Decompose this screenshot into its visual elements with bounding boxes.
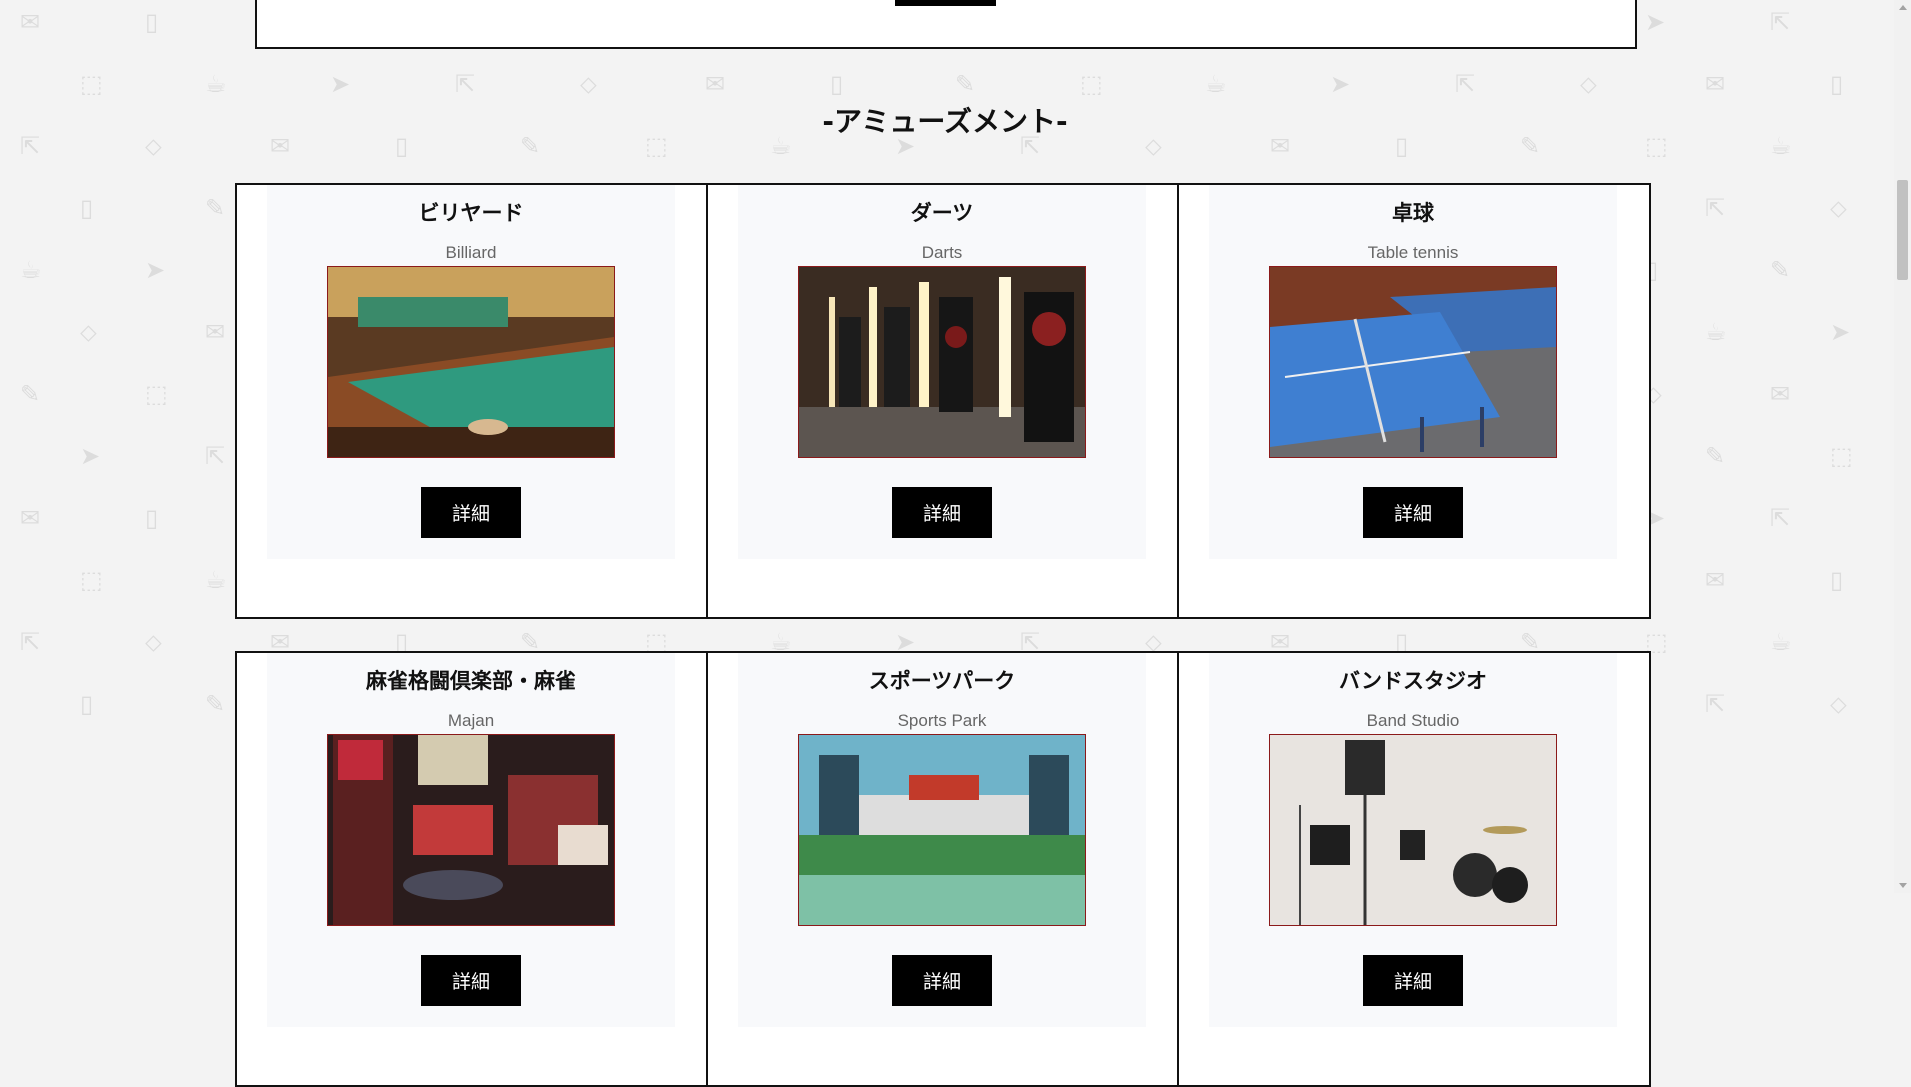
scroll-up-arrow-icon[interactable]	[1899, 5, 1907, 10]
envelope-icon: ✉	[205, 318, 226, 346]
envelope-icon: ✉	[20, 8, 41, 36]
cup-icon: ☕	[1770, 628, 1792, 656]
card-inner: 卓球 Table tennis 詳細	[1209, 185, 1617, 559]
square-icon: ⬚	[145, 380, 168, 408]
envelope-icon: ✉	[1705, 566, 1726, 594]
mahjong-photo	[327, 734, 615, 926]
card-subtitle: Billiard	[445, 243, 497, 262]
section-title: -アミューズメント-	[822, 105, 1068, 138]
envelope-icon: ✉	[1770, 380, 1791, 408]
billiard-photo	[327, 266, 615, 458]
card-title: ダーツ	[910, 201, 974, 225]
cup-icon: ☕	[1205, 70, 1227, 98]
send-icon: ➤	[1330, 70, 1351, 98]
resize-icon: ⇱	[20, 628, 41, 656]
table-tennis-photo	[1269, 266, 1557, 458]
send-icon: ➤	[1645, 8, 1666, 36]
card-title: ビリヤード	[418, 201, 524, 225]
envelope-icon: ✉	[20, 504, 41, 532]
card-inner: 麻雀格闘倶楽部・麻雀 Majan 詳細	[267, 653, 675, 1027]
card-inner: ダーツ Darts 詳細	[738, 185, 1146, 559]
pencil-icon: ✎	[955, 70, 976, 98]
scroll-down-arrow-icon[interactable]	[1899, 883, 1907, 888]
detail-button[interactable]: 詳細	[421, 487, 521, 538]
send-icon: ➤	[1830, 318, 1851, 346]
previous-section-box	[255, 0, 1637, 49]
cup-icon: ☕	[20, 256, 42, 284]
card-title: スポーツパーク	[868, 669, 1016, 693]
pencil-icon: ✎	[1770, 256, 1791, 284]
diamond-icon: ⬦	[1830, 194, 1847, 222]
card-title: 卓球	[1392, 201, 1434, 225]
tablet-icon: ▯	[145, 8, 159, 36]
pencil-icon: ✎	[205, 194, 226, 222]
send-icon: ➤	[80, 442, 101, 470]
card-inner: スポーツパーク Sports Park 詳細	[738, 653, 1146, 1027]
scrollbar-thumb[interactable]	[1897, 180, 1908, 280]
card-subtitle: Darts	[921, 243, 963, 262]
resize-icon: ⇱	[1705, 690, 1726, 718]
pencil-icon: ✎	[205, 690, 226, 718]
band-studio-photo	[1269, 734, 1557, 926]
card-billiard: ビリヤード Billiard 詳細	[235, 183, 709, 619]
diamond-icon: ⬦	[1830, 690, 1847, 718]
diamond-icon: ⬦	[80, 318, 97, 346]
card-subtitle: Band Studio	[1366, 711, 1460, 730]
detail-button[interactable]: 詳細	[1363, 487, 1463, 538]
tablet-icon: ▯	[1830, 566, 1844, 594]
card-mahjong: 麻雀格闘倶楽部・麻雀 Majan 詳細	[235, 651, 709, 1087]
card-subtitle: Majan	[447, 711, 495, 730]
card-table-tennis: 卓球 Table tennis 詳細	[1177, 183, 1651, 619]
envelope-icon: ✉	[705, 70, 726, 98]
square-icon: ⬚	[1830, 442, 1853, 470]
sports-park-photo	[798, 734, 1086, 926]
resize-icon: ⇱	[455, 70, 476, 98]
diamond-icon: ⬦	[580, 70, 597, 98]
card-sports-park: スポーツパーク Sports Park 詳細	[706, 651, 1180, 1087]
cup-icon: ☕	[1705, 318, 1727, 346]
tablet-icon: ▯	[80, 690, 94, 718]
cup-icon: ☕	[205, 566, 227, 594]
card-row: ビリヤード Billiard 詳細 ダーツ Darts 詳細 卓球 Table …	[235, 183, 1655, 619]
resize-icon: ⇱	[1705, 194, 1726, 222]
send-icon: ➤	[330, 70, 351, 98]
card-band-studio: バンドスタジオ Band Studio 詳細	[1177, 651, 1651, 1087]
darts-photo	[798, 266, 1086, 458]
envelope-icon: ✉	[1705, 70, 1726, 98]
previous-section-button[interactable]	[895, 0, 996, 6]
card-subtitle: Sports Park	[897, 711, 987, 730]
card-subtitle: Table tennis	[1367, 243, 1459, 262]
square-icon: ⬚	[1080, 70, 1103, 98]
card-title: バンドスタジオ	[1338, 669, 1488, 693]
pencil-icon: ✎	[1705, 442, 1726, 470]
detail-button[interactable]: 詳細	[892, 955, 992, 1006]
resize-icon: ⇱	[1455, 70, 1476, 98]
detail-button[interactable]: 詳細	[1363, 955, 1463, 1006]
resize-icon: ⇱	[205, 442, 226, 470]
scrollbar[interactable]	[1894, 0, 1911, 893]
tablet-icon: ▯	[80, 194, 94, 222]
square-icon: ⬚	[80, 566, 103, 594]
tablet-icon: ▯	[830, 70, 844, 98]
diamond-icon: ⬦	[1580, 70, 1597, 98]
detail-button[interactable]: 詳細	[892, 487, 992, 538]
cup-icon: ☕	[205, 70, 227, 98]
square-icon: ⬚	[80, 70, 103, 98]
card-row: 麻雀格闘倶楽部・麻雀 Majan 詳細 スポーツパーク Sports Park	[235, 651, 1655, 1087]
resize-icon: ⇱	[1770, 504, 1791, 532]
card-title: 麻雀格闘倶楽部・麻雀	[366, 669, 576, 693]
card-inner: ビリヤード Billiard 詳細	[267, 185, 675, 559]
card-inner: バンドスタジオ Band Studio 詳細	[1209, 653, 1617, 1027]
diamond-icon: ⬦	[145, 628, 162, 656]
tablet-icon: ▯	[145, 504, 159, 532]
pencil-icon: ✎	[20, 380, 41, 408]
send-icon: ➤	[145, 256, 166, 284]
resize-icon: ⇱	[1770, 8, 1791, 36]
card-darts: ダーツ Darts 詳細	[706, 183, 1180, 619]
tablet-icon: ▯	[1830, 70, 1844, 98]
detail-button[interactable]: 詳細	[421, 955, 521, 1006]
